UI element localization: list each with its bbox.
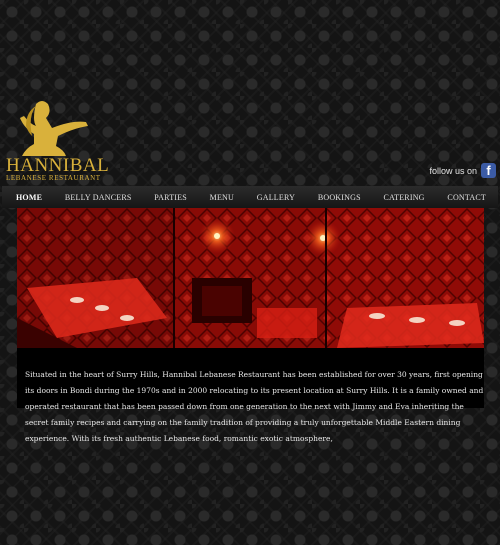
logo[interactable]: HANNIBAL LEBANESE RESTAURANT: [2, 98, 109, 182]
nav-gallery[interactable]: GALLERY: [257, 193, 295, 202]
content-panel: Situated in the heart of Surry Hills, Ha…: [17, 208, 484, 443]
intro-paragraph: Situated in the heart of Surry Hills, Ha…: [25, 369, 484, 443]
nav-bookings[interactable]: BOOKINGS: [318, 193, 361, 202]
nav-belly-dancers[interactable]: BELLY DANCERS: [65, 193, 132, 202]
belly-dancer-icon: [20, 101, 88, 156]
follow-us: follow us on f: [429, 163, 496, 178]
nav-parties[interactable]: PARTIES: [154, 193, 187, 202]
facebook-icon[interactable]: f: [481, 163, 496, 178]
brand-name: HANNIBAL: [6, 155, 110, 176]
banner-photo: [17, 208, 484, 348]
nav-home[interactable]: HOME: [16, 193, 42, 202]
brand-subtitle: LEBANESE RESTAURANT: [6, 174, 101, 182]
nav-catering[interactable]: CATERING: [384, 193, 425, 202]
follow-us-label: follow us on: [429, 165, 477, 176]
nav-menu[interactable]: MENU: [210, 193, 234, 202]
main-nav: HOME BELLY DANCERS PARTIES MENU GALLERY …: [2, 186, 498, 208]
restaurant-banner-image: [17, 208, 484, 348]
nav-contact[interactable]: CONTACT: [447, 193, 486, 202]
